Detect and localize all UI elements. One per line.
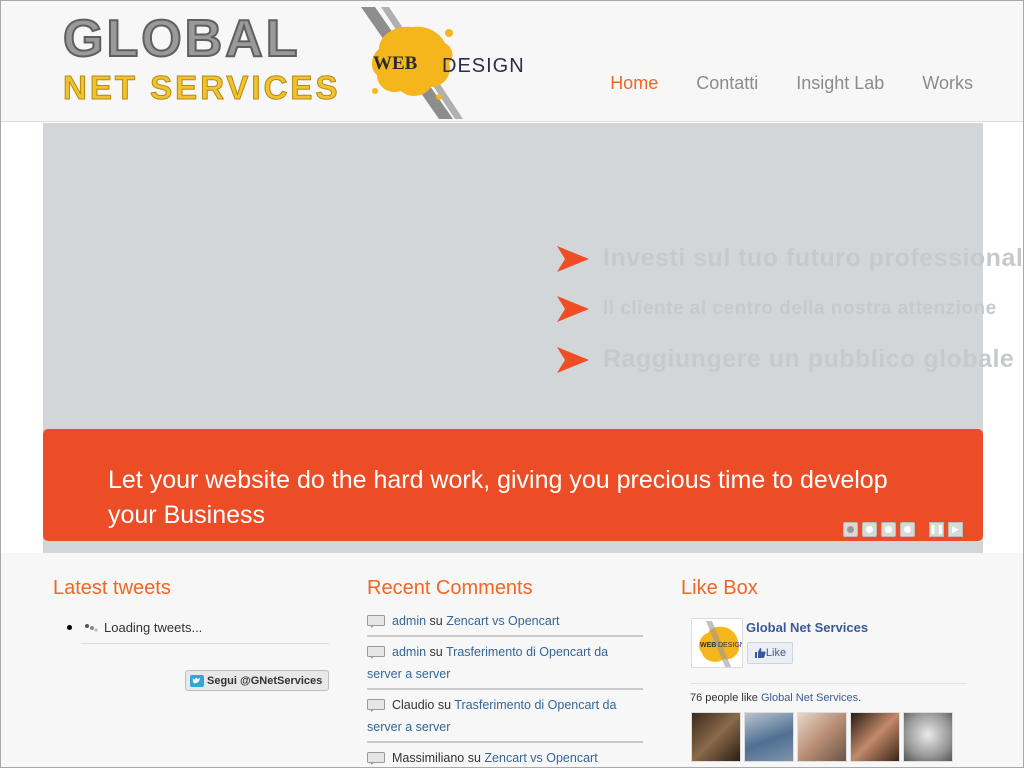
comment-connector: su [437, 698, 452, 712]
comment-post-link[interactable]: Zencart vs Opencart [446, 614, 559, 628]
loading-spinner-icon [85, 623, 98, 632]
logo-line-net-services: NET SERVICES [62, 69, 341, 106]
comment-bubble-icon [367, 615, 385, 628]
footer-widgets: Latest tweets Loading tweets... Segui @G… [1, 553, 1023, 767]
arrow-right-icon [557, 296, 589, 322]
slider-bullet-text: Raggiungere un pubblico globale [603, 345, 1015, 373]
twitter-follow-button[interactable]: Segui @GNetServices [185, 670, 329, 691]
svg-text:DESIGN: DESIGN [718, 642, 743, 649]
likebox-count-link[interactable]: Global Net Services [761, 692, 858, 704]
slider-caption-text: Let your website do the hard work, givin… [108, 466, 888, 529]
nav-works[interactable]: Works [922, 73, 973, 94]
slider-bullet-2: Il cliente al centro della nostra attenz… [557, 296, 997, 322]
nav-contatti[interactable]: Contatti [696, 73, 758, 94]
hero-slider[interactable]: Investi sul tuo futuro professionale Il … [43, 123, 1023, 553]
facebook-like-label: Like [765, 647, 787, 659]
likebox-page-avatar[interactable]: WEB DESIGN [691, 618, 743, 668]
tweets-title: Latest tweets [53, 577, 171, 599]
svg-text:WEB: WEB [700, 642, 716, 649]
comment-connector: su [467, 751, 481, 765]
logo-line-global: GLOBAL [62, 10, 301, 68]
main-navigation: Home Contatti Insight Lab Works [572, 73, 973, 94]
comment-item: admin su Trasferimento di Opencart da se… [367, 641, 643, 690]
site-logo[interactable]: GLOBAL NET SERVICES WEB DESIGN [59, 7, 524, 119]
fan-avatar[interactable] [691, 712, 741, 762]
likebox-faces [691, 712, 971, 762]
comment-item: admin su Zencart vs Opencart [367, 610, 643, 637]
comment-bubble-icon [367, 752, 385, 765]
facebook-like-button[interactable]: Like [747, 642, 793, 664]
likebox-count: 76 people like Global Net Services. [690, 692, 971, 704]
slider-bullet-text: Investi sul tuo futuro professionale [603, 244, 1024, 272]
browser-viewport: GLOBAL NET SERVICES WEB DESIGN Home Cont… [0, 0, 1024, 768]
logo-badge-web: WEB [373, 53, 418, 74]
logo-badge-design: DESIGN [442, 55, 525, 77]
twitter-follow-label: Segui @GNetServices [207, 674, 323, 687]
slider-bullet-1: Investi sul tuo futuro professionale [557, 244, 1024, 273]
comment-author: Claudio [392, 698, 435, 712]
facebook-likebox-widget: Like Box WEB DESIGN Global Net Services … [681, 553, 971, 762]
comment-author[interactable]: admin [392, 614, 426, 628]
arrow-right-icon [557, 245, 589, 272]
play-icon[interactable]: ▶ [948, 522, 963, 537]
fan-avatar[interactable] [850, 712, 900, 762]
slide-dot-4[interactable] [900, 522, 915, 537]
tweets-widget: Latest tweets Loading tweets... Segui @G… [53, 553, 333, 691]
comment-bubble-icon [367, 699, 385, 712]
nav-insight-lab[interactable]: Insight Lab [796, 73, 884, 94]
fan-avatar[interactable] [903, 712, 953, 762]
comment-author: Massimiliano [392, 751, 465, 765]
fan-avatar[interactable] [797, 712, 847, 762]
list-bullet [67, 625, 72, 630]
likebox-page-name[interactable]: Global Net Services [746, 620, 868, 635]
comment-post-link[interactable]: Zencart vs Opencart [484, 751, 597, 765]
likebox-count-suffix: . [858, 692, 862, 704]
slider-bullet-text: Il cliente al centro della nostra attenz… [603, 298, 997, 319]
comment-item: Massimiliano su Zencart vs Opencart [367, 747, 643, 767]
nav-home[interactable]: Home [610, 73, 658, 94]
comment-bubble-icon [367, 646, 385, 659]
pause-icon[interactable]: ❚❚ [929, 522, 944, 537]
comment-connector: su [429, 645, 443, 659]
twitter-bird-icon [190, 674, 204, 687]
slider-controls: ❚❚ ▶ [843, 522, 963, 537]
likebox-title: Like Box [681, 577, 758, 599]
comment-item: Claudio su Trasferimento di Opencart da … [367, 694, 643, 743]
slide-dot-2[interactable] [862, 522, 877, 537]
tweet-loading-text: Loading tweets... [104, 620, 203, 635]
tweet-divider [81, 643, 329, 644]
likebox-header: WEB DESIGN Global Net Services Like [691, 618, 967, 684]
comment-author[interactable]: admin [392, 645, 426, 659]
recent-comments-widget: Recent Comments admin su Zencart vs Open… [367, 553, 647, 767]
slide-dot-1[interactable] [843, 522, 858, 537]
tweet-loading-item: Loading tweets... [67, 620, 333, 635]
thumbs-up-icon [754, 648, 766, 658]
logo-thumbnail-icon: WEB DESIGN [699, 621, 743, 667]
site-header: GLOBAL NET SERVICES WEB DESIGN Home Cont… [1, 1, 1023, 122]
comment-connector: su [429, 614, 443, 628]
recent-comments-title: Recent Comments [367, 577, 533, 599]
slider-bullet-3: Raggiungere un pubblico globale [557, 345, 1014, 374]
fan-avatar[interactable] [744, 712, 794, 762]
likebox-count-text: 76 people like [690, 692, 758, 704]
slide-dot-3[interactable] [881, 522, 896, 537]
arrow-right-icon [557, 346, 589, 373]
slider-caption: Let your website do the hard work, givin… [43, 429, 983, 541]
